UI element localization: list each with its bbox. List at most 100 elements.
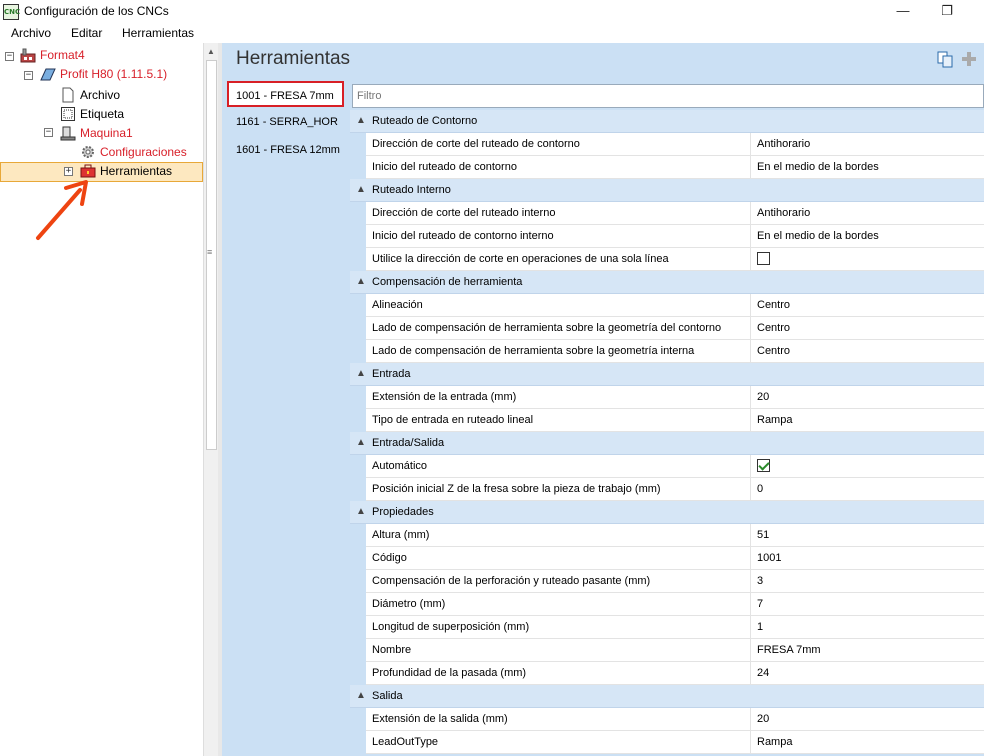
scroll-up-icon[interactable]: ▲ — [207, 47, 215, 56]
collapse-arrow-icon[interactable]: ▲ — [356, 432, 366, 454]
tree-item-herramientas[interactable]: Herramientas — [100, 164, 172, 178]
category-label: Salida — [372, 690, 403, 702]
tree-item-etiqueta[interactable]: Etiqueta — [80, 107, 124, 121]
collapse-arrow-icon[interactable]: ▲ — [356, 501, 366, 523]
property-row[interactable]: Dirección de corte del ruteado de contor… — [350, 133, 984, 156]
row-gutter — [350, 294, 366, 317]
property-row[interactable]: Altura (mm) 51 — [350, 524, 984, 547]
property-name: LeadOutType — [372, 736, 439, 748]
category-label: Entrada — [372, 368, 411, 380]
tool-item[interactable]: 1161 - SERRA_HOR — [228, 109, 346, 135]
property-name: Utilice la dirección de corte en operaci… — [372, 253, 669, 265]
property-value[interactable] — [750, 248, 984, 270]
collapse-arrow-icon[interactable]: ▲ — [356, 685, 366, 707]
property-row[interactable]: Diámetro (mm) 7 — [350, 593, 984, 616]
property-row[interactable]: Tipo de entrada en ruteado lineal Rampa — [350, 409, 984, 432]
property-value[interactable]: 7 — [750, 593, 984, 615]
property-value[interactable]: Centro — [750, 294, 984, 316]
tree-item-archivo[interactable]: Archivo — [80, 88, 120, 102]
menu-bar: Archivo Editar Herramientas — [0, 23, 984, 43]
property-value[interactable]: En el medio de la bordes — [750, 156, 984, 178]
collapse-icon[interactable]: − — [5, 52, 14, 61]
category-header[interactable]: ▲ Ruteado de Contorno — [350, 110, 984, 133]
category-header[interactable]: ▲ Ruteado Interno — [350, 179, 984, 202]
factory-icon — [20, 48, 36, 63]
property-row[interactable]: Posición inicial Z de la fresa sobre la … — [350, 478, 984, 501]
row-gutter — [350, 731, 366, 754]
collapse-arrow-icon[interactable]: ▲ — [356, 271, 366, 293]
menu-editar[interactable]: Editar — [71, 26, 102, 40]
category-header[interactable]: ▲ Entrada/Salida — [350, 432, 984, 455]
property-value[interactable]: 1 — [750, 616, 984, 638]
row-gutter — [350, 547, 366, 570]
collapse-arrow-icon[interactable]: ▲ — [356, 363, 366, 385]
expand-icon[interactable]: + — [64, 167, 73, 176]
tree-item-profit-h80[interactable]: Profit H80 (1.11.5.1) — [60, 67, 167, 81]
property-row[interactable]: Compensación de la perforación y ruteado… — [350, 570, 984, 593]
property-name: Compensación de la perforación y ruteado… — [372, 575, 651, 587]
property-row[interactable]: Extensión de la salida (mm) 20 — [350, 708, 984, 731]
property-name: Automático — [372, 460, 428, 472]
row-gutter — [350, 386, 366, 409]
property-value[interactable]: En el medio de la bordes — [750, 225, 984, 247]
grip-icon: ≡ — [207, 247, 213, 257]
property-name: Extensión de la entrada (mm) — [372, 391, 517, 403]
tree-scrollbar[interactable]: ▲ ≡ — [203, 43, 218, 756]
property-row[interactable]: Inicio del ruteado de contorno interno En… — [350, 225, 984, 248]
menu-archivo[interactable]: Archivo — [11, 26, 51, 40]
menu-herramientas[interactable]: Herramientas — [122, 26, 194, 40]
machine-icon — [40, 68, 56, 81]
property-value[interactable]: FRESA 7mm — [750, 639, 984, 661]
property-row[interactable]: Alineación Centro — [350, 294, 984, 317]
add-icon[interactable] — [960, 50, 978, 68]
copy-icon[interactable] — [936, 50, 954, 68]
property-value[interactable]: Rampa — [750, 731, 984, 753]
category-header[interactable]: ▲ Compensación de herramienta — [350, 271, 984, 294]
collapse-icon[interactable]: − — [44, 128, 53, 137]
property-row[interactable]: Profundidad de la pasada (mm) 24 — [350, 662, 984, 685]
property-checkbox[interactable] — [757, 458, 770, 472]
collapse-arrow-icon[interactable]: ▲ — [356, 110, 366, 132]
property-value[interactable]: 24 — [750, 662, 984, 684]
category-header[interactable]: ▲ Entrada — [350, 363, 984, 386]
property-row[interactable]: Código 1001 — [350, 547, 984, 570]
property-value[interactable] — [750, 455, 984, 477]
property-value[interactable]: 51 — [750, 524, 984, 546]
minimize-button[interactable]: — — [880, 2, 926, 22]
category-header[interactable]: ▲ Salida — [350, 685, 984, 708]
property-row[interactable]: Longitud de superposición (mm) 1 — [350, 616, 984, 639]
property-row[interactable]: Dirección de corte del ruteado interno An… — [350, 202, 984, 225]
tree-item-format4[interactable]: Format4 — [40, 48, 85, 62]
property-row[interactable]: Nombre FRESA 7mm — [350, 639, 984, 662]
property-value[interactable]: 1001 — [750, 547, 984, 569]
property-row[interactable]: Extensión de la entrada (mm) 20 — [350, 386, 984, 409]
property-value[interactable]: Rampa — [750, 409, 984, 431]
restore-button[interactable]: ❐ — [924, 2, 970, 22]
property-row[interactable]: Lado de compensación de herramienta sobr… — [350, 317, 984, 340]
property-row[interactable]: Automático — [350, 455, 984, 478]
property-row[interactable]: LeadOutType Rampa — [350, 731, 984, 754]
tree-item-configuraciones[interactable]: Configuraciones — [100, 145, 187, 159]
collapse-icon[interactable]: − — [24, 71, 33, 80]
filter-input[interactable]: Filtro — [352, 84, 984, 108]
property-value[interactable]: 20 — [750, 708, 984, 730]
property-name: Lado de compensación de herramienta sobr… — [372, 322, 722, 334]
property-value[interactable]: Antihorario — [750, 133, 984, 155]
property-row[interactable]: Inicio del ruteado de contorno En el medi… — [350, 156, 984, 179]
tool-item[interactable]: 1601 - FRESA 12mm — [228, 137, 346, 163]
collapse-arrow-icon[interactable]: ▲ — [356, 179, 366, 201]
property-value[interactable]: Centro — [750, 340, 984, 362]
row-gutter — [350, 133, 366, 156]
property-value[interactable]: Centro — [750, 317, 984, 339]
property-row[interactable]: Lado de compensación de herramienta sobr… — [350, 340, 984, 363]
tree-item-maquina1[interactable]: Maquina1 — [80, 126, 133, 140]
property-value[interactable]: Antihorario — [750, 202, 984, 224]
property-name: Nombre — [372, 644, 412, 656]
property-value[interactable]: 0 — [750, 478, 984, 500]
category-header[interactable]: ▲ Propiedades — [350, 501, 984, 524]
property-value[interactable]: 3 — [750, 570, 984, 592]
property-value[interactable]: 20 — [750, 386, 984, 408]
tool-item[interactable]: 1001 - FRESA 7mm — [227, 81, 344, 107]
property-checkbox[interactable] — [757, 251, 770, 265]
property-row[interactable]: Utilice la dirección de corte en operaci… — [350, 248, 984, 271]
